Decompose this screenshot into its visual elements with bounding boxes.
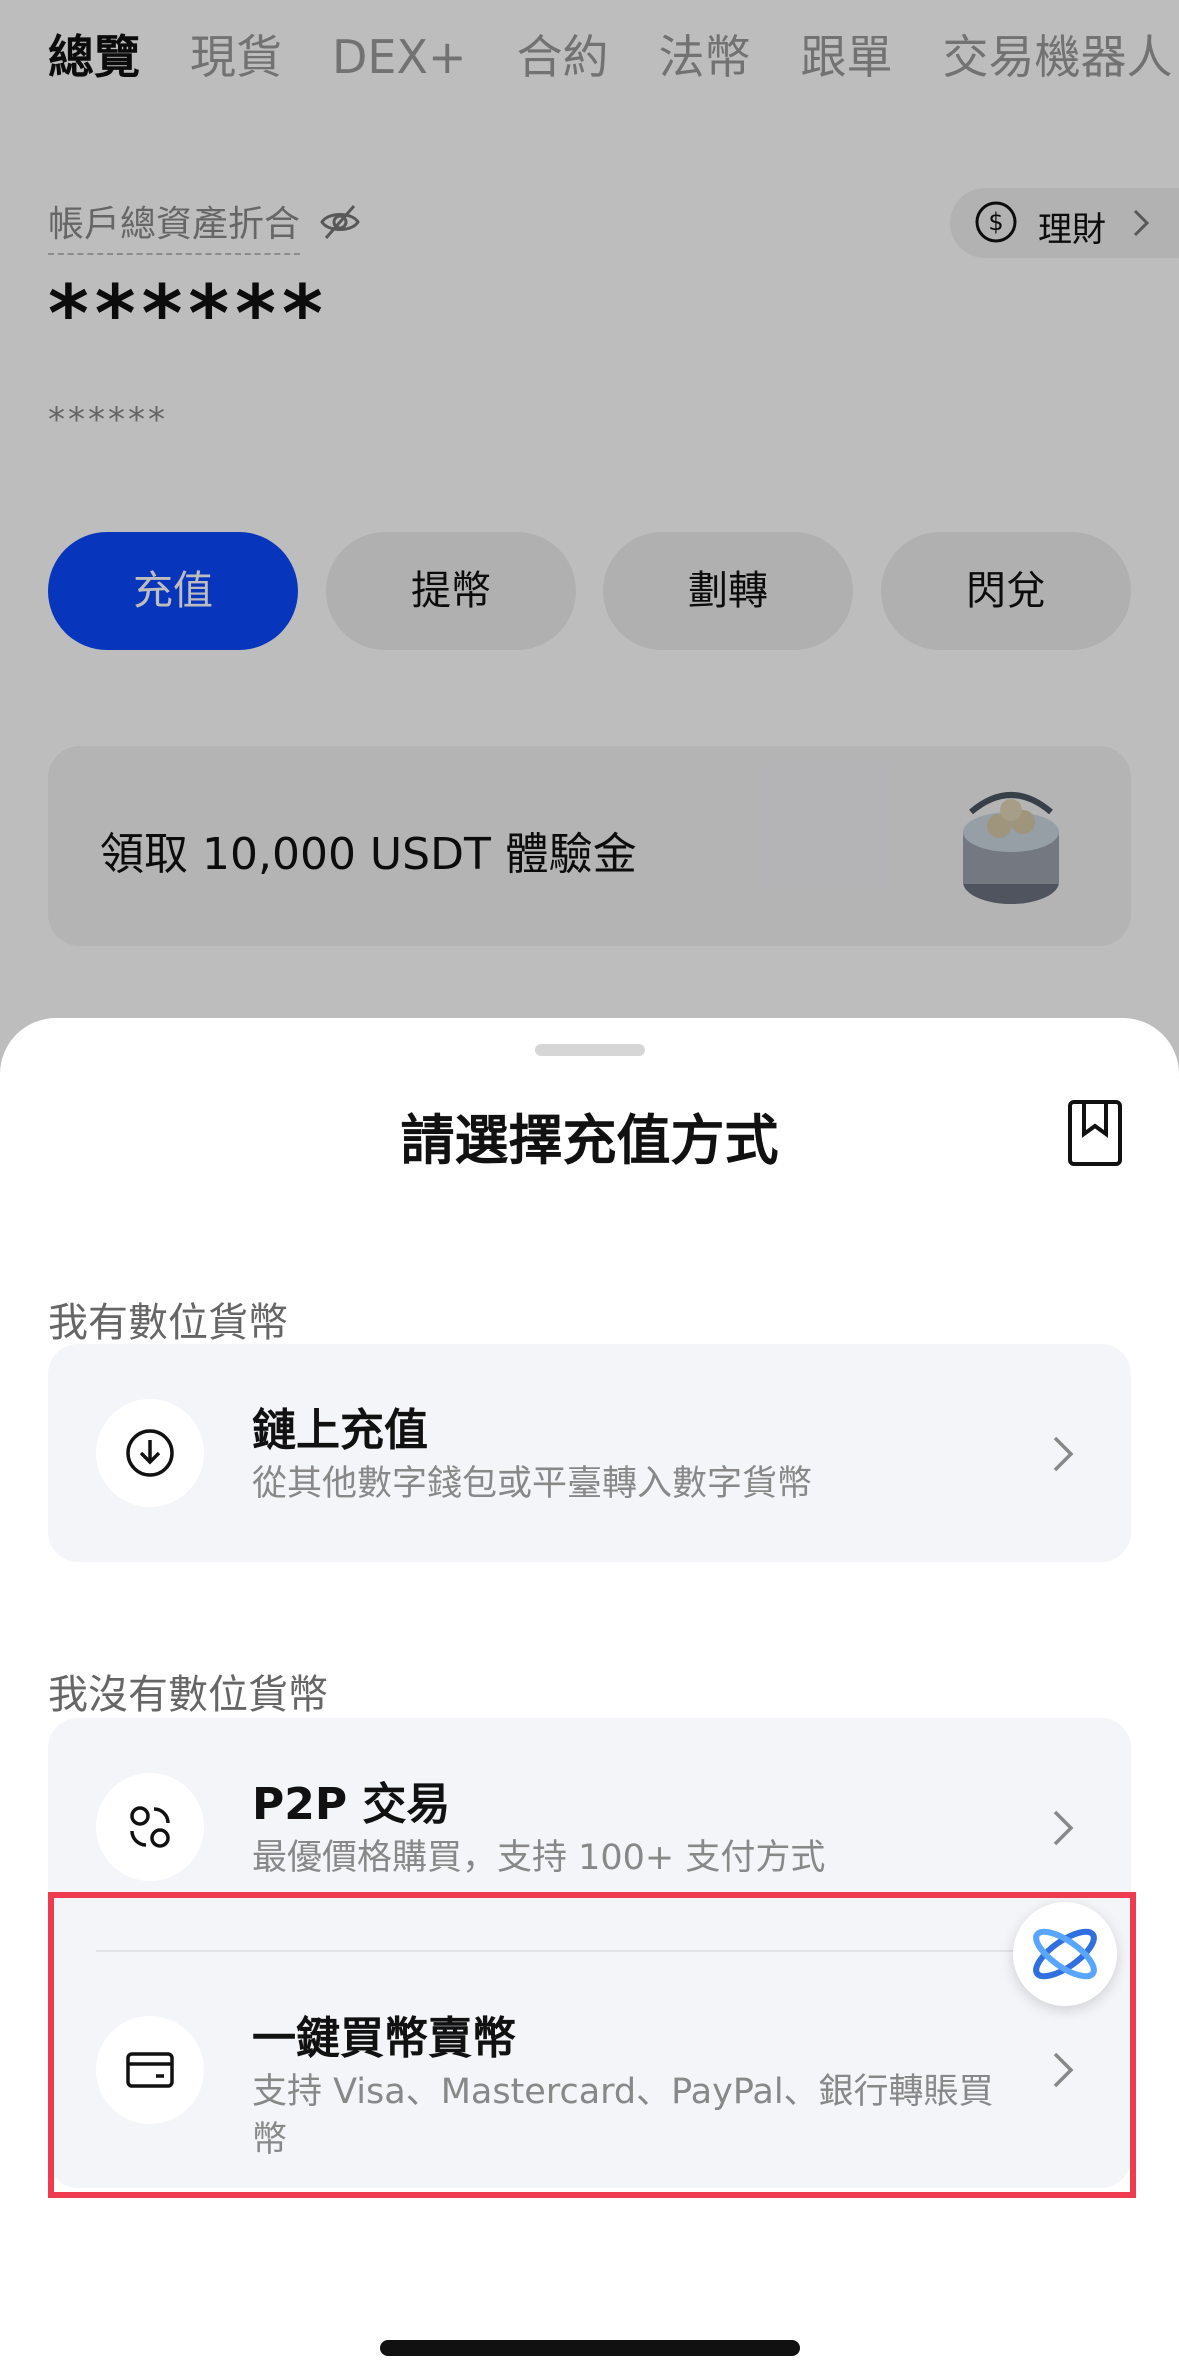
assistant-logo-icon[interactable] <box>1013 1902 1117 2006</box>
p2p-icon <box>96 1773 204 1881</box>
home-indicator[interactable] <box>380 2340 800 2356</box>
option-description: 從其他數字錢包或平臺轉入數字貨幣 <box>252 1464 813 1504</box>
section-no-crypto: 我沒有數位貨幣 <box>48 1672 328 1718</box>
wallet-overview-screen: 總覽 現貨 DEX+ 合約 法幣 跟單 交易機器人 帳戶總資產折合 $ 理財 ****** … <box>0 0 1179 2379</box>
download-icon <box>96 1399 204 1507</box>
chevron-right-icon <box>1053 1810 1074 1846</box>
section-have-crypto: 我有數位貨幣 <box>48 1300 288 1346</box>
modal-overlay[interactable] <box>0 0 1179 1100</box>
sheet-title: 請選擇充值方式 <box>400 1109 779 1172</box>
option-description: 最優價格購買，支持 100+ 支付方式 <box>252 1838 826 1878</box>
bookmark-icon[interactable] <box>1066 1098 1124 1168</box>
highlight-box <box>48 1892 1136 2198</box>
option-title: 鏈上充值 <box>252 1405 428 1456</box>
onchain-deposit-card[interactable]: 鏈上充值 從其他數字錢包或平臺轉入數字貨幣 <box>48 1344 1131 1562</box>
sheet-drag-handle[interactable] <box>535 1044 645 1056</box>
option-title: P2P 交易 <box>252 1779 451 1830</box>
chevron-right-icon <box>1053 1436 1074 1472</box>
